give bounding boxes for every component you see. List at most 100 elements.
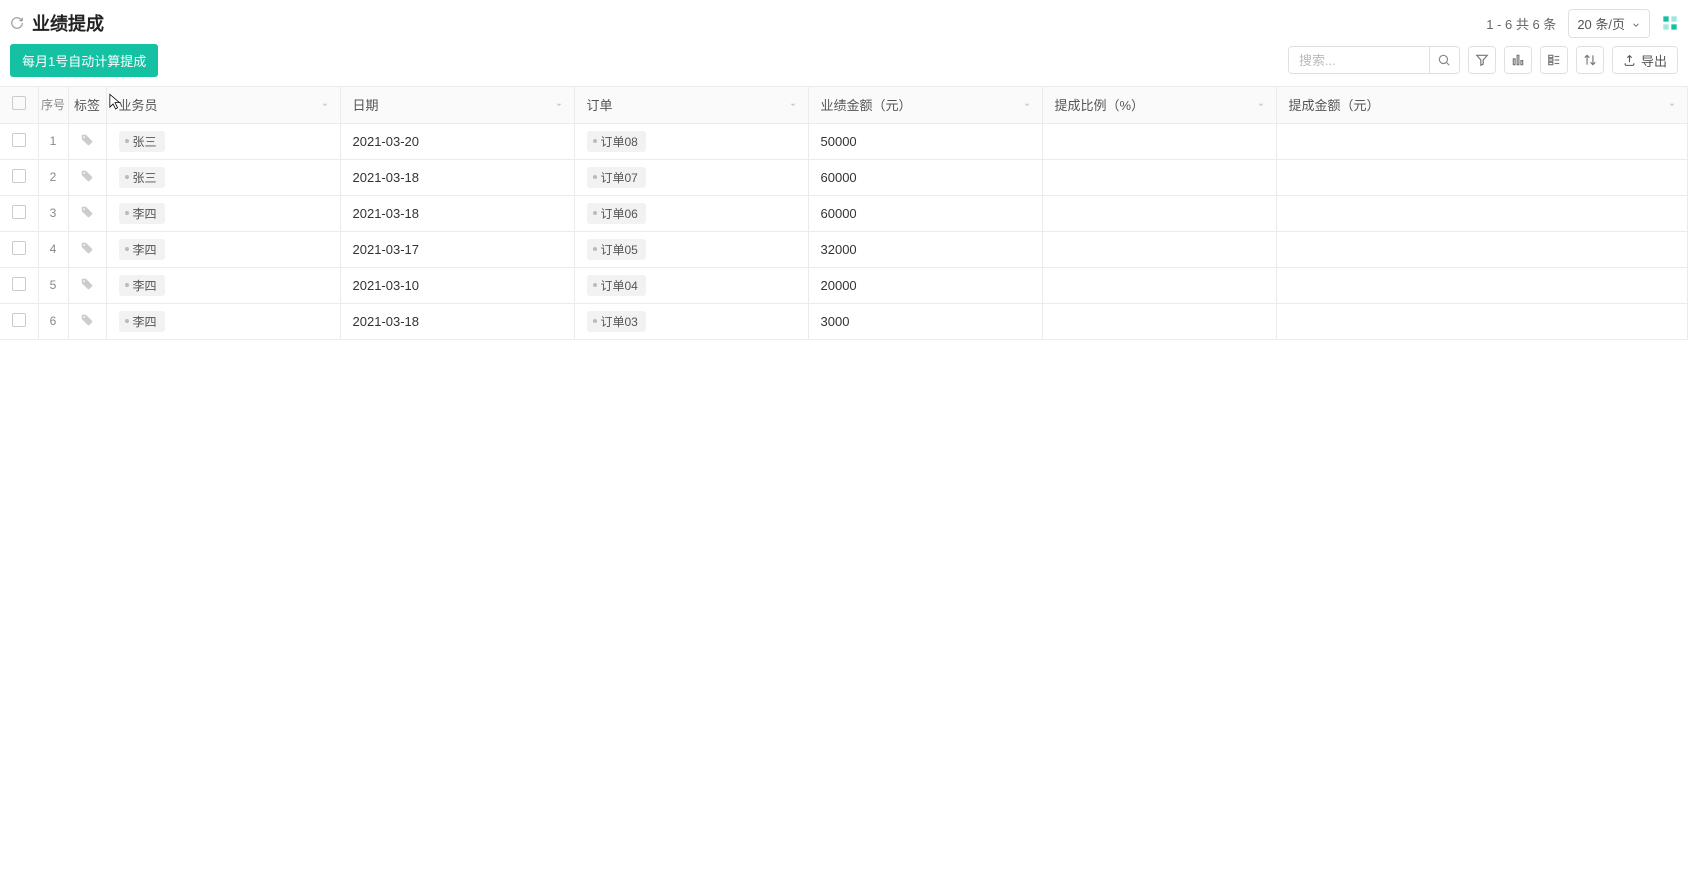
auto-calc-button[interactable]: 每月1号自动计算提成 <box>10 44 158 77</box>
row-checkbox[interactable] <box>12 313 26 327</box>
cell-salesperson[interactable]: 李四 <box>106 303 340 339</box>
col-header-commission[interactable]: 提成金额（元） <box>1276 87 1688 123</box>
cell-amount[interactable]: 50000 <box>808 123 1042 159</box>
order-chip[interactable]: 订单08 <box>587 131 646 152</box>
cell-checkbox[interactable] <box>0 231 38 267</box>
cell-salesperson[interactable]: 李四 <box>106 195 340 231</box>
cell-amount[interactable]: 60000 <box>808 159 1042 195</box>
cell-salesperson[interactable]: 李四 <box>106 267 340 303</box>
col-header-amount[interactable]: 业绩金额（元） <box>808 87 1042 123</box>
row-checkbox[interactable] <box>12 205 26 219</box>
filter-button[interactable] <box>1468 46 1496 74</box>
chart-button[interactable] <box>1504 46 1532 74</box>
cell-tag[interactable] <box>68 303 106 339</box>
cell-date[interactable]: 2021-03-10 <box>340 267 574 303</box>
table-row[interactable]: 5李四2021-03-10订单0420000 <box>0 267 1688 303</box>
cell-order[interactable]: 订单04 <box>574 267 808 303</box>
order-chip[interactable]: 订单06 <box>587 203 646 224</box>
cell-date[interactable]: 2021-03-20 <box>340 123 574 159</box>
cell-salesperson[interactable]: 张三 <box>106 123 340 159</box>
cell-amount[interactable]: 32000 <box>808 231 1042 267</box>
row-checkbox[interactable] <box>12 169 26 183</box>
export-button[interactable]: 导出 <box>1612 46 1678 74</box>
table-row[interactable]: 4李四2021-03-17订单0532000 <box>0 231 1688 267</box>
col-header-checkbox[interactable] <box>0 87 38 123</box>
col-header-tag[interactable]: 标签 <box>68 87 106 123</box>
table-row[interactable]: 1张三2021-03-20订单0850000 <box>0 123 1688 159</box>
cell-checkbox[interactable] <box>0 159 38 195</box>
order-chip[interactable]: 订单04 <box>587 275 646 296</box>
cell-checkbox[interactable] <box>0 123 38 159</box>
cell-ratio[interactable] <box>1042 303 1276 339</box>
cell-checkbox[interactable] <box>0 195 38 231</box>
table-row[interactable]: 6李四2021-03-18订单033000 <box>0 303 1688 339</box>
col-header-order[interactable]: 订单 <box>574 87 808 123</box>
cell-order[interactable]: 订单07 <box>574 159 808 195</box>
tag-icon[interactable] <box>80 241 94 255</box>
col-header-ratio[interactable]: 提成比例（%） <box>1042 87 1276 123</box>
cell-amount[interactable]: 3000 <box>808 303 1042 339</box>
tag-icon[interactable] <box>80 205 94 219</box>
tag-icon[interactable] <box>80 169 94 183</box>
cell-commission[interactable] <box>1276 303 1688 339</box>
cell-amount[interactable]: 60000 <box>808 195 1042 231</box>
cell-tag[interactable] <box>68 123 106 159</box>
cell-order[interactable]: 订单03 <box>574 303 808 339</box>
salesperson-chip[interactable]: 张三 <box>119 167 165 188</box>
refresh-icon[interactable] <box>10 16 24 30</box>
tag-icon[interactable] <box>80 277 94 291</box>
sort-button[interactable] <box>1576 46 1604 74</box>
cell-ratio[interactable] <box>1042 123 1276 159</box>
search-input[interactable] <box>1289 49 1429 72</box>
tag-icon[interactable] <box>80 133 94 147</box>
row-checkbox[interactable] <box>12 277 26 291</box>
col-header-date[interactable]: 日期 <box>340 87 574 123</box>
col-header-index[interactable]: 序号 <box>38 87 68 123</box>
cell-commission[interactable] <box>1276 159 1688 195</box>
cell-date[interactable]: 2021-03-17 <box>340 231 574 267</box>
cell-ratio[interactable] <box>1042 195 1276 231</box>
page-size-select[interactable]: 20 条/页 <box>1568 9 1650 38</box>
salesperson-chip[interactable]: 李四 <box>119 239 165 260</box>
cell-checkbox[interactable] <box>0 267 38 303</box>
cell-tag[interactable] <box>68 195 106 231</box>
cell-date[interactable]: 2021-03-18 <box>340 195 574 231</box>
cell-date[interactable]: 2021-03-18 <box>340 303 574 339</box>
cell-tag[interactable] <box>68 231 106 267</box>
cell-tag[interactable] <box>68 159 106 195</box>
cell-amount[interactable]: 20000 <box>808 267 1042 303</box>
row-checkbox[interactable] <box>12 241 26 255</box>
cell-commission[interactable] <box>1276 123 1688 159</box>
salesperson-chip[interactable]: 李四 <box>119 203 165 224</box>
apps-icon[interactable] <box>1662 15 1678 31</box>
salesperson-chip[interactable]: 张三 <box>119 131 165 152</box>
cell-date[interactable]: 2021-03-18 <box>340 159 574 195</box>
group-button[interactable] <box>1540 46 1568 74</box>
col-header-salesperson[interactable]: 业务员 <box>106 87 340 123</box>
cell-commission[interactable] <box>1276 267 1688 303</box>
order-chip[interactable]: 订单07 <box>587 167 646 188</box>
cell-salesperson[interactable]: 张三 <box>106 159 340 195</box>
cell-order[interactable]: 订单08 <box>574 123 808 159</box>
sort-icon <box>1583 53 1597 67</box>
salesperson-chip[interactable]: 李四 <box>119 275 165 296</box>
cell-ratio[interactable] <box>1042 267 1276 303</box>
row-checkbox[interactable] <box>12 133 26 147</box>
cell-order[interactable]: 订单05 <box>574 231 808 267</box>
checkbox-all[interactable] <box>12 96 26 110</box>
cell-salesperson[interactable]: 李四 <box>106 231 340 267</box>
cell-commission[interactable] <box>1276 231 1688 267</box>
cell-checkbox[interactable] <box>0 303 38 339</box>
cell-commission[interactable] <box>1276 195 1688 231</box>
cell-order[interactable]: 订单06 <box>574 195 808 231</box>
table-row[interactable]: 2张三2021-03-18订单0760000 <box>0 159 1688 195</box>
cell-ratio[interactable] <box>1042 159 1276 195</box>
cell-ratio[interactable] <box>1042 231 1276 267</box>
table-row[interactable]: 3李四2021-03-18订单0660000 <box>0 195 1688 231</box>
tag-icon[interactable] <box>80 313 94 327</box>
order-chip[interactable]: 订单05 <box>587 239 646 260</box>
order-chip[interactable]: 订单03 <box>587 311 646 332</box>
salesperson-chip[interactable]: 李四 <box>119 311 165 332</box>
search-button[interactable] <box>1429 46 1459 74</box>
cell-tag[interactable] <box>68 267 106 303</box>
